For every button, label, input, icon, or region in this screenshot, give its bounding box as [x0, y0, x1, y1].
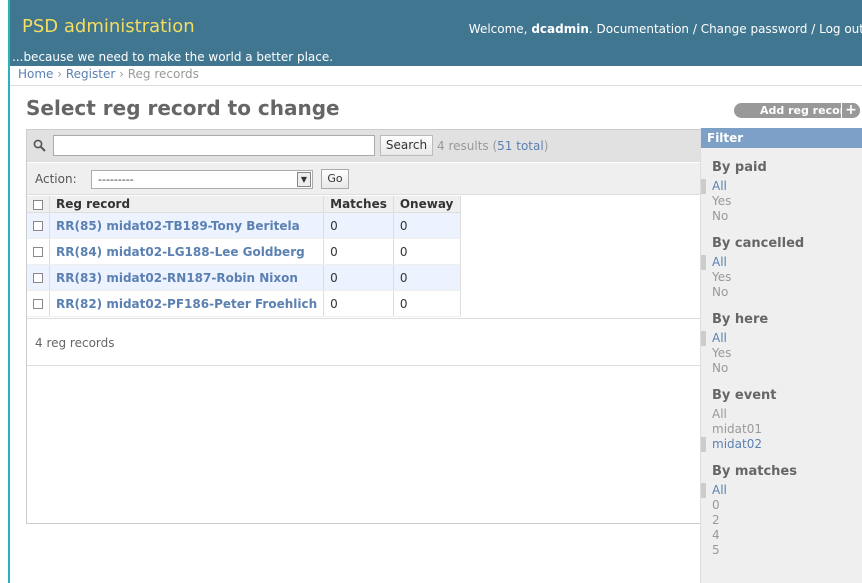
- filter-option[interactable]: 5: [701, 543, 862, 558]
- breadcrumb-register[interactable]: Register: [66, 67, 115, 81]
- filter-heading: By cancelled: [712, 236, 805, 251]
- action-select[interactable]: --------- ▼: [91, 170, 313, 189]
- filter-option[interactable]: Yes: [701, 270, 862, 285]
- record-link[interactable]: RR(84) midat02-LG188-Lee Goldberg: [56, 245, 305, 259]
- chevron-down-icon: ▼: [297, 172, 311, 187]
- results-count: 4 results (51 total): [437, 139, 548, 153]
- breadcrumb-home[interactable]: Home: [18, 67, 53, 81]
- filter-heading: By matches: [712, 464, 797, 479]
- record-link[interactable]: RR(85) midat02-TB189-Tony Beritela: [56, 219, 300, 233]
- filter-options: All 0 2 4 5: [701, 483, 862, 558]
- filter-option[interactable]: Yes: [701, 346, 862, 361]
- filter-option[interactable]: All: [701, 483, 862, 498]
- cell-oneway: 0: [393, 264, 461, 291]
- user-links[interactable]: Documentation / Change password / Log ou…: [597, 22, 862, 36]
- cell-matches: 0: [323, 238, 394, 265]
- filter-option[interactable]: 4: [701, 528, 862, 543]
- welcome-dot: .: [588, 22, 597, 36]
- breadcrumb: Home › Register › Reg records: [10, 66, 862, 86]
- action-label: Action:: [35, 172, 77, 186]
- action-select-value: ---------: [98, 173, 134, 186]
- row-checkbox[interactable]: [33, 221, 43, 231]
- cell-record: RR(85) midat02-TB189-Tony Beritela: [49, 212, 325, 239]
- filter-heading: By paid: [712, 160, 767, 175]
- filter-option[interactable]: No: [701, 285, 862, 300]
- actions-bar: Action: --------- ▼ Go: [27, 163, 701, 195]
- search-toolbar: Search 4 results (51 total): [27, 130, 701, 162]
- header-oneway[interactable]: Oneway: [393, 196, 461, 213]
- search-input[interactable]: [53, 135, 375, 156]
- site-brand[interactable]: PSD administration: [22, 16, 195, 37]
- filter-option[interactable]: Yes: [701, 194, 862, 209]
- filter-options: All midat01 midat02: [701, 407, 862, 452]
- table-header-row: Reg record Matches Oneway: [27, 196, 461, 213]
- results-suffix: ): [543, 139, 549, 153]
- add-button-label: Add reg record: [760, 104, 853, 117]
- add-reg-record-button[interactable]: Add reg record +: [734, 103, 860, 118]
- cell-oneway: 0: [393, 238, 461, 265]
- cell-oneway: 0: [393, 212, 461, 239]
- filter-heading: By event: [712, 388, 777, 403]
- select-all-checkbox[interactable]: [33, 199, 43, 210]
- filter-option[interactable]: midat02: [701, 437, 862, 452]
- row-select: [27, 264, 50, 291]
- table-row: RR(85) midat02-TB189-Tony Beritela 0 0: [27, 212, 461, 239]
- username: dcadmin: [531, 22, 589, 36]
- filter-option[interactable]: All: [701, 255, 862, 270]
- results-prefix: 4 results (: [437, 139, 498, 153]
- results-total-link[interactable]: 51 total: [497, 139, 544, 153]
- window-edge: [0, 0, 10, 583]
- plus-icon: +: [841, 103, 860, 118]
- filter-option[interactable]: 2: [701, 513, 862, 528]
- filter-option[interactable]: No: [701, 361, 862, 376]
- header: PSD administration ...because we need to…: [10, 0, 862, 66]
- breadcrumb-sep: ›: [53, 67, 66, 81]
- table-row: RR(82) midat02-PF186-Peter Froehlich 0 0: [27, 290, 461, 317]
- cell-record: RR(84) midat02-LG188-Lee Goldberg: [49, 238, 325, 265]
- paginator: 4 reg records: [27, 318, 701, 366]
- search-button[interactable]: Search: [380, 135, 433, 156]
- row-select: [27, 290, 50, 317]
- cell-matches: 0: [323, 264, 394, 291]
- site-tagline: ...because we need to make the world a b…: [12, 50, 334, 64]
- filter-option[interactable]: 0: [701, 498, 862, 513]
- record-link[interactable]: RR(82) midat02-PF186-Peter Froehlich: [56, 297, 317, 311]
- filter-option[interactable]: No: [701, 209, 862, 224]
- page-title: Select reg record to change: [26, 96, 340, 120]
- cell-record: RR(83) midat02-RN187-Robin Nixon: [49, 264, 325, 291]
- cell-oneway: 0: [393, 290, 461, 317]
- results-table: Reg record Matches Oneway RR(85) midat02…: [27, 196, 461, 317]
- welcome-text: Welcome,: [468, 22, 532, 36]
- filter-option[interactable]: All: [701, 179, 862, 194]
- cell-record: RR(82) midat02-PF186-Peter Froehlich: [49, 290, 325, 317]
- table-row: RR(84) midat02-LG188-Lee Goldberg 0 0: [27, 238, 461, 265]
- search-icon: [33, 139, 46, 152]
- table-row: RR(83) midat02-RN187-Robin Nixon 0 0: [27, 264, 461, 291]
- user-tools: Welcome, dcadmin. Documentation / Change…: [469, 22, 862, 36]
- filter-options: All Yes No: [701, 331, 862, 376]
- row-select: [27, 238, 50, 265]
- filter-options: All Yes No: [701, 179, 862, 224]
- header-reg-record[interactable]: Reg record: [49, 196, 325, 213]
- cell-matches: 0: [323, 290, 394, 317]
- row-checkbox[interactable]: [33, 273, 43, 283]
- filter-heading: By here: [712, 312, 769, 327]
- filter-option[interactable]: All: [701, 407, 862, 422]
- filter-options: All Yes No: [701, 255, 862, 300]
- cell-matches: 0: [323, 212, 394, 239]
- row-checkbox[interactable]: [33, 299, 43, 309]
- breadcrumb-current: Reg records: [127, 67, 199, 81]
- filter-title: Filter: [701, 128, 862, 148]
- filter-sidebar: Filter By paid All Yes No By cancelled A…: [700, 128, 862, 583]
- breadcrumb-sep: ›: [115, 67, 128, 81]
- go-button[interactable]: Go: [321, 169, 349, 189]
- filter-option[interactable]: midat01: [701, 422, 862, 437]
- filter-option[interactable]: All: [701, 331, 862, 346]
- record-link[interactable]: RR(83) midat02-RN187-Robin Nixon: [56, 271, 298, 285]
- row-select: [27, 212, 50, 239]
- row-checkbox[interactable]: [33, 247, 43, 257]
- header-matches[interactable]: Matches: [323, 196, 394, 213]
- header-select-all: [27, 196, 50, 213]
